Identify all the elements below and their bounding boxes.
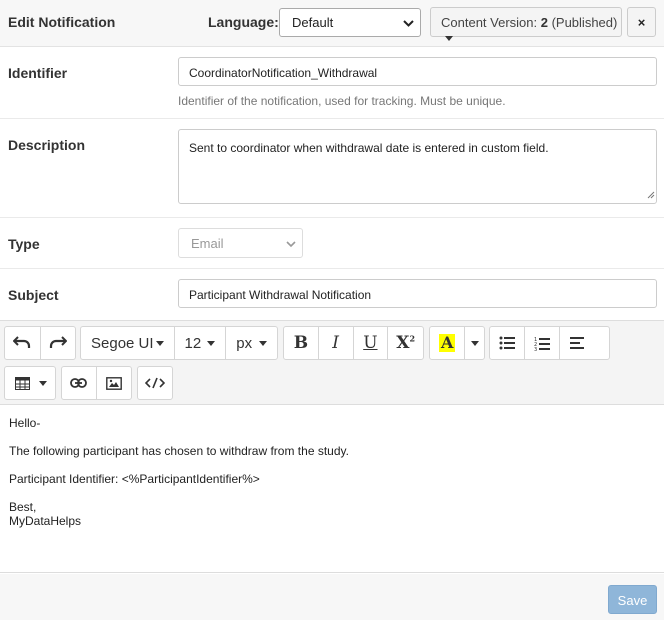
language-label: Language: <box>208 14 279 30</box>
type-select[interactable]: Email <box>178 228 303 258</box>
insert-image-button[interactable] <box>97 367 132 399</box>
insert-link-button[interactable] <box>62 367 97 399</box>
paragraph-group: 123 <box>489 326 610 360</box>
code-icon <box>145 377 165 389</box>
caret-down-icon <box>207 341 216 346</box>
subject-label: Subject <box>8 287 59 303</box>
link-icon <box>70 378 88 388</box>
type-row: Type <box>0 218 664 269</box>
version-prefix: Content Version: <box>441 15 541 30</box>
font-family-value: Segoe UI <box>91 334 154 352</box>
highlight-dropdown-button[interactable] <box>465 327 484 359</box>
insert-group <box>61 366 132 400</box>
bold-button[interactable]: B <box>284 327 319 359</box>
redo-button[interactable] <box>41 327 76 359</box>
font-group: Segoe UI 12 px <box>80 326 278 360</box>
type-label: Type <box>8 236 40 252</box>
dialog-header: Edit Notification Language: Default Cont… <box>0 0 664 47</box>
content-version-dropdown[interactable]: Content Version: 2 (Published) <box>430 7 622 42</box>
table-icon <box>15 376 30 390</box>
code-view-button[interactable] <box>138 367 172 399</box>
numbered-list-icon: 123 <box>534 336 550 351</box>
numbered-list-button[interactable]: 123 <box>525 327 560 359</box>
font-size-value: 12 <box>184 334 202 352</box>
close-button[interactable]: × <box>627 7 656 37</box>
identifier-row: Identifier CoordinatorNotification_Withd… <box>0 48 664 119</box>
language-select-value: Default <box>292 15 334 30</box>
font-unit-value: px <box>236 334 253 352</box>
close-icon: × <box>637 15 646 30</box>
description-row: Description Sent to coordinator when wit… <box>0 119 664 218</box>
editor-toolbar: Segoe UI 12 px B I U X2 A 1 2 3 <box>0 320 664 405</box>
bold-icon: B <box>293 333 309 353</box>
editor-line: Hello- <box>9 416 41 430</box>
superscript-button[interactable]: X2 <box>388 327 423 359</box>
table-group <box>4 366 56 400</box>
language-select[interactable]: Default <box>279 8 421 37</box>
italic-button[interactable]: I <box>319 327 354 359</box>
editor-line: Best, <box>9 500 37 514</box>
code-group <box>137 366 173 400</box>
subject-row: Subject Participant Withdrawal Notificat… <box>0 269 664 320</box>
version-status: (Published) <box>547 15 618 30</box>
editor-line: MyDataHelps <box>9 514 82 528</box>
dialog-title: Edit Notification <box>8 14 116 30</box>
save-button[interactable]: Save <box>608 585 657 614</box>
description-text: Sent to coordinator when withdrawal date… <box>189 141 549 155</box>
align-left-icon <box>570 337 584 349</box>
underline-icon: U <box>363 333 378 353</box>
image-icon <box>105 376 122 390</box>
caret-down-icon <box>470 340 479 346</box>
underline-button[interactable]: U <box>354 327 389 359</box>
editor-line: The following participant has chosen to … <box>9 444 349 458</box>
email-body-editor[interactable]: Hello- The following participant has cho… <box>0 405 664 573</box>
caret-down-icon <box>445 36 453 42</box>
font-size-dropdown[interactable]: 12 <box>175 327 227 359</box>
redo-icon <box>49 336 67 350</box>
type-select-value: Email <box>191 236 224 251</box>
highlight-icon: A <box>438 333 456 352</box>
description-textarea[interactable]: Sent to coordinator when withdrawal date… <box>178 129 657 204</box>
italic-icon: I <box>332 333 339 353</box>
history-group <box>4 326 76 360</box>
editor-line: Participant Identifier: <%ParticipantIde… <box>9 472 260 486</box>
identifier-label: Identifier <box>8 65 68 81</box>
highlight-color-button[interactable]: A <box>430 327 466 359</box>
insert-table-dropdown[interactable] <box>5 367 55 399</box>
caret-down-icon <box>155 341 164 346</box>
font-family-dropdown[interactable]: Segoe UI <box>81 327 175 359</box>
identifier-help-text: Identifier of the notification, used for… <box>178 94 506 108</box>
font-unit-dropdown[interactable]: px <box>226 327 277 359</box>
highlight-group: A <box>429 326 485 360</box>
bullet-list-button[interactable] <box>490 327 525 359</box>
subject-input[interactable]: Participant Withdrawal Notification <box>178 279 657 308</box>
svg-text:3: 3 <box>534 347 537 351</box>
format-group: B I U X2 <box>283 326 424 360</box>
caret-down-icon <box>259 341 267 346</box>
undo-icon <box>13 336 31 350</box>
resize-handle-icon[interactable] <box>647 188 655 202</box>
caret-down-icon <box>39 381 47 386</box>
identifier-input[interactable]: CoordinatorNotification_Withdrawal <box>178 57 657 86</box>
undo-button[interactable] <box>5 327 41 359</box>
chevron-down-icon <box>403 15 414 30</box>
dialog-footer: Save <box>0 574 664 620</box>
superscript-icon: X2 <box>396 333 416 353</box>
chevron-down-icon <box>286 236 296 251</box>
version-number: 2 <box>540 15 548 30</box>
bullet-list-icon <box>499 336 515 350</box>
align-dropdown[interactable] <box>560 327 609 359</box>
description-label: Description <box>8 137 86 153</box>
